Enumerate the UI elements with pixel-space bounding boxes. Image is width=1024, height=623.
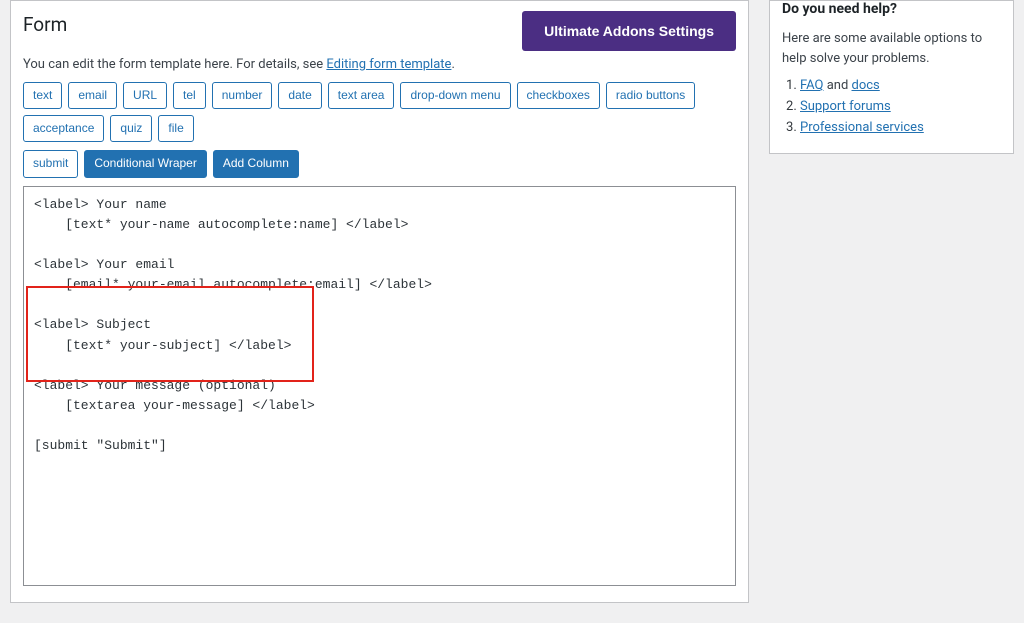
tag-number[interactable]: number bbox=[212, 82, 273, 109]
help-description: Here are some available options to help … bbox=[770, 23, 1013, 78]
tag-URL[interactable]: URL bbox=[123, 82, 167, 109]
form-panel: Form Ultimate Addons Settings You can ed… bbox=[10, 0, 749, 603]
form-description: You can edit the form template here. For… bbox=[23, 57, 736, 72]
help-link-professional-services[interactable]: Professional services bbox=[800, 120, 924, 135]
tag-date[interactable]: date bbox=[278, 82, 321, 109]
tag-conditional-wraper[interactable]: Conditional Wraper bbox=[84, 150, 207, 177]
tag-radio-buttons[interactable]: radio buttons bbox=[606, 82, 695, 109]
tag-tel[interactable]: tel bbox=[173, 82, 206, 109]
tag-acceptance[interactable]: acceptance bbox=[23, 115, 104, 142]
help-link-docs[interactable]: docs bbox=[852, 78, 880, 93]
help-panel: Do you need help? Here are some availabl… bbox=[769, 0, 1014, 154]
form-desc-text: You can edit the form template here. For… bbox=[23, 57, 326, 72]
tag-text[interactable]: text bbox=[23, 82, 62, 109]
editing-form-template-link[interactable]: Editing form template bbox=[326, 57, 451, 72]
tag-email[interactable]: email bbox=[68, 82, 117, 109]
form-desc-suffix: . bbox=[451, 57, 454, 72]
tag-quiz[interactable]: quiz bbox=[110, 115, 152, 142]
tag-submit[interactable]: submit bbox=[23, 150, 78, 177]
tag-text-area[interactable]: text area bbox=[328, 82, 395, 109]
form-tag-row-2: submitConditional WraperAdd Column bbox=[23, 150, 736, 177]
help-and: and bbox=[823, 78, 851, 93]
help-link-support-forums[interactable]: Support forums bbox=[800, 99, 891, 114]
form-template-textarea[interactable] bbox=[23, 186, 736, 586]
help-item-0: FAQ and docs bbox=[800, 78, 1001, 93]
help-links-list: FAQ and docs Support forums Professional s… bbox=[770, 78, 1013, 153]
help-title: Do you need help? bbox=[770, 1, 1013, 23]
ultimate-addons-settings-button[interactable]: Ultimate Addons Settings bbox=[522, 11, 736, 51]
form-title: Form bbox=[23, 13, 67, 36]
tag-add-column[interactable]: Add Column bbox=[213, 150, 299, 177]
help-link-faq[interactable]: FAQ bbox=[800, 78, 823, 93]
form-tag-row-1: textemailURLtelnumberdate text areadrop-d… bbox=[23, 82, 736, 142]
form-textarea-wrap bbox=[23, 186, 736, 590]
help-item-2: Professional services bbox=[800, 120, 1001, 135]
help-item-1: Support forums bbox=[800, 99, 1001, 114]
tag-drop-down-menu[interactable]: drop-down menu bbox=[400, 82, 510, 109]
tag-file[interactable]: file bbox=[158, 115, 193, 142]
tag-checkboxes[interactable]: checkboxes bbox=[517, 82, 600, 109]
